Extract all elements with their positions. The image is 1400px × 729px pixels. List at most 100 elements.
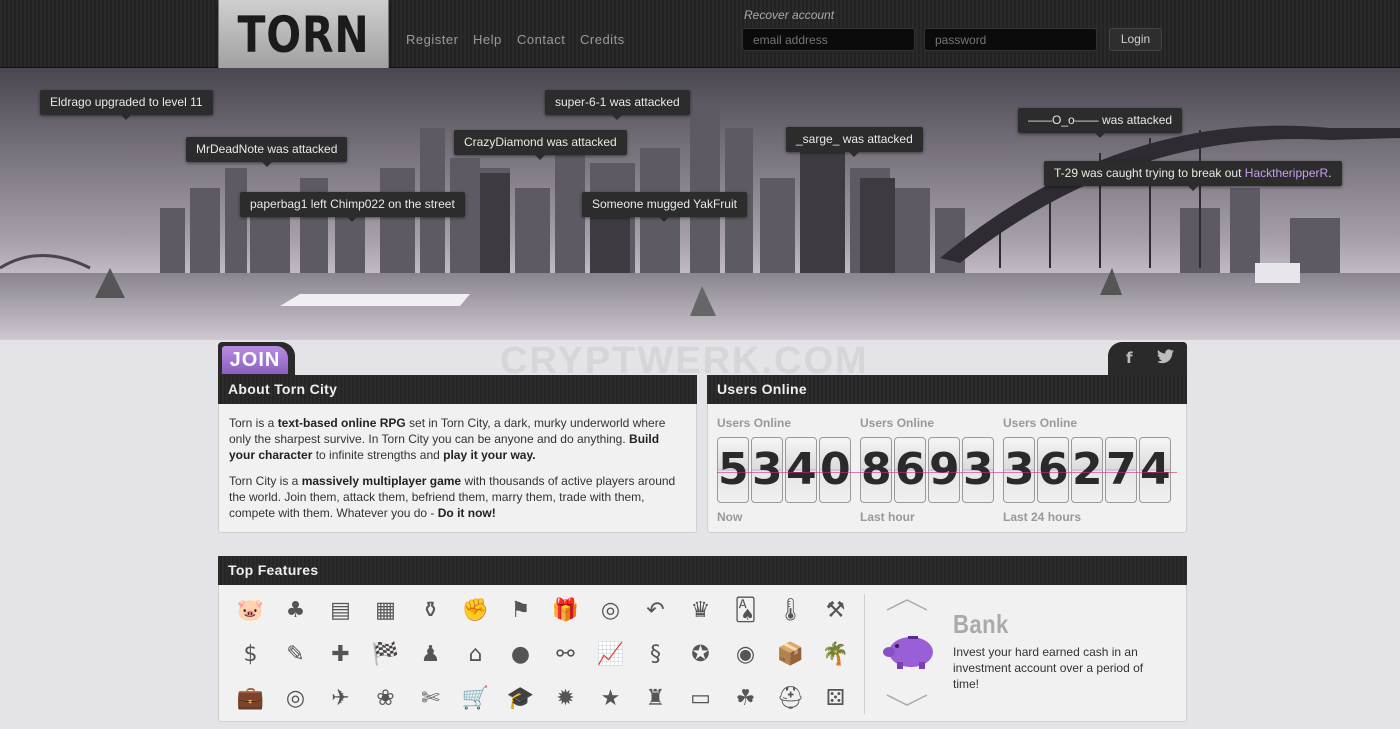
chemistry-icon[interactable]: ⚱ (408, 594, 453, 638)
feature-description: Invest your hard earned cash in an inves… (953, 645, 1144, 691)
nav-contact[interactable]: Contact (517, 32, 565, 47)
fruit-icon[interactable]: ● (498, 638, 543, 682)
twitter-icon[interactable] (1157, 349, 1174, 368)
shopping-cart-icon[interactable]: 🛒 (453, 682, 498, 726)
feature-title: Bank (953, 609, 1009, 639)
event-bubble: MrDeadNote was attacked (186, 137, 348, 167)
racing-flag-icon[interactable]: 🏁 (363, 638, 408, 682)
briefcase-icon[interactable]: 💼 (228, 682, 273, 726)
counter-label-day: Users Online (1003, 416, 1078, 430)
counter-digit: 3 (1003, 437, 1035, 503)
counter-label-hour: Users Online (860, 416, 935, 430)
facebook-icon[interactable]: f (1126, 349, 1133, 367)
crystal-icon[interactable]: ❀ (363, 682, 408, 726)
snake-icon[interactable]: § (633, 638, 678, 682)
knife-icon[interactable]: ✄ (408, 682, 453, 726)
counter-label-now: Users Online (717, 416, 792, 430)
counter-digit: 7 (1105, 437, 1137, 503)
documents-icon[interactable]: ▤ (318, 594, 363, 638)
top-features-header: Top Features (218, 556, 1187, 585)
join-button[interactable]: JOIN (222, 346, 288, 374)
chevron-down-icon[interactable] (886, 693, 928, 707)
counter-now: 5 3 4 0 (717, 437, 851, 503)
trophy-icon[interactable]: ♛ (678, 594, 723, 638)
nav-register[interactable]: Register (406, 32, 458, 47)
hat-icon[interactable]: ♜ (633, 682, 678, 726)
hero-cityscape: Eldrago upgraded to level 11 super-6-1 w… (0, 68, 1400, 340)
about-header: About Torn City (218, 375, 697, 404)
email-field[interactable] (742, 28, 915, 51)
city-icon[interactable]: ▦ (363, 594, 408, 638)
newspaper-icon[interactable]: ▭ (678, 682, 723, 726)
plane-icon[interactable]: ✈ (318, 682, 363, 726)
flag-icon[interactable]: ⚑ (498, 594, 543, 638)
event-bubble: ——O_o—— was attacked (1018, 108, 1183, 138)
feature-icon-grid: 🐷 ♣ ▤ ▦ ⚱ ✊ ⚑ 🎁 ◎ ↶ ♛ 🂡 🌡 ⚒ $ ✎ ✚ 🏁 ♟ ⌂ ● ⚯ 📈 § ✪ ◉ 📦 🌴 💼 ◎ ✈ ❀ ✄ 🛒 🎓 ✹ ★ ♜ ▭ ☘… (228, 594, 858, 726)
education-icon[interactable]: 📦 (768, 638, 813, 682)
stocks-icon[interactable]: 📈 (588, 638, 633, 682)
grenade-icon[interactable]: ✊ (453, 594, 498, 638)
globe-icon[interactable]: ◉ (723, 638, 768, 682)
home-icon[interactable]: ⌂ (453, 638, 498, 682)
gift-icon[interactable]: 🎁 (543, 594, 588, 638)
nav-credits[interactable]: Credits (580, 32, 625, 47)
chess-icon[interactable]: ♟ (408, 638, 453, 682)
sun-icon[interactable]: ✹ (543, 682, 588, 726)
ring-icon[interactable]: ◎ (588, 594, 633, 638)
dice-icon[interactable]: ⚄ (813, 682, 858, 726)
counter-digit: 4 (1139, 437, 1171, 503)
counter-day: 3 6 2 7 4 (1003, 437, 1171, 503)
friends-icon[interactable]: ☘ (723, 682, 768, 726)
event-text: T-29 was caught trying to break out (1054, 166, 1245, 180)
users-online-header: Users Online (707, 375, 1187, 404)
counter-divider-line (717, 472, 1177, 473)
logo-text: TORN (237, 6, 370, 64)
player-link[interactable]: HacktheripperR (1245, 166, 1328, 180)
nav-help[interactable]: Help (473, 32, 502, 47)
event-bubble: super-6-1 was attacked (545, 90, 690, 120)
target-icon[interactable]: ◎ (273, 682, 318, 726)
social-tab (1108, 342, 1187, 376)
recover-account-link[interactable]: Recover account (744, 8, 834, 22)
counter-digit: 0 (819, 437, 851, 503)
auction-icon[interactable]: ⚒ (813, 594, 858, 638)
counter-digit: 9 (928, 437, 960, 503)
syringe-icon[interactable]: ✎ (273, 638, 318, 682)
counter-digit: 4 (785, 437, 817, 503)
star-icon[interactable]: ★ (588, 682, 633, 726)
event-bubble-caught: T-29 was caught trying to break out Hack… (1044, 161, 1342, 191)
password-field[interactable] (924, 28, 1097, 51)
event-bubble: Someone mugged YakFruit (582, 192, 747, 222)
casino-icon[interactable]: 🂡 (723, 594, 768, 638)
medal-icon[interactable]: ✪ (678, 638, 723, 682)
counter-period-hour: Last hour (860, 510, 915, 524)
helmet-icon[interactable]: ⛑ (768, 682, 813, 726)
counter-digit: 6 (1037, 437, 1069, 503)
island-icon[interactable]: 🌴 (813, 638, 858, 682)
login-button[interactable]: Login (1109, 28, 1162, 51)
graduate-icon[interactable]: 🎓 (498, 682, 543, 726)
counter-digit: 3 (751, 437, 783, 503)
medical-icon[interactable]: ✚ (318, 638, 363, 682)
about-body: Torn is a text-based online RPG set in T… (218, 404, 697, 533)
dollar-icon[interactable]: $ (228, 638, 273, 682)
piggy-bank-icon (883, 636, 933, 669)
undo-icon[interactable]: ↶ (633, 594, 678, 638)
event-bubble: _sarge_ was attacked (786, 127, 923, 157)
chevron-up-icon[interactable] (886, 598, 928, 612)
about-paragraph-2: Torn City is a massively multiplayer gam… (229, 474, 676, 520)
counter-digit: 5 (717, 437, 749, 503)
counter-period-now: Now (717, 510, 743, 524)
torn-logo[interactable]: TORN (218, 0, 389, 74)
top-bar (0, 0, 1400, 68)
counter-digit: 2 (1071, 437, 1103, 503)
thermometer-icon[interactable]: 🌡 (768, 594, 813, 638)
event-bubble: paperbag1 left Chimp022 on the street (240, 192, 465, 222)
handcuffs-icon[interactable]: ⚯ (543, 638, 588, 682)
gang-icon[interactable]: ♣ (273, 594, 318, 638)
counter-digit: 3 (962, 437, 994, 503)
counter-hour: 8 6 9 3 (860, 437, 994, 503)
counter-digit: 6 (894, 437, 926, 503)
bank-icon[interactable]: 🐷 (228, 594, 273, 638)
counter-digit: 8 (860, 437, 892, 503)
